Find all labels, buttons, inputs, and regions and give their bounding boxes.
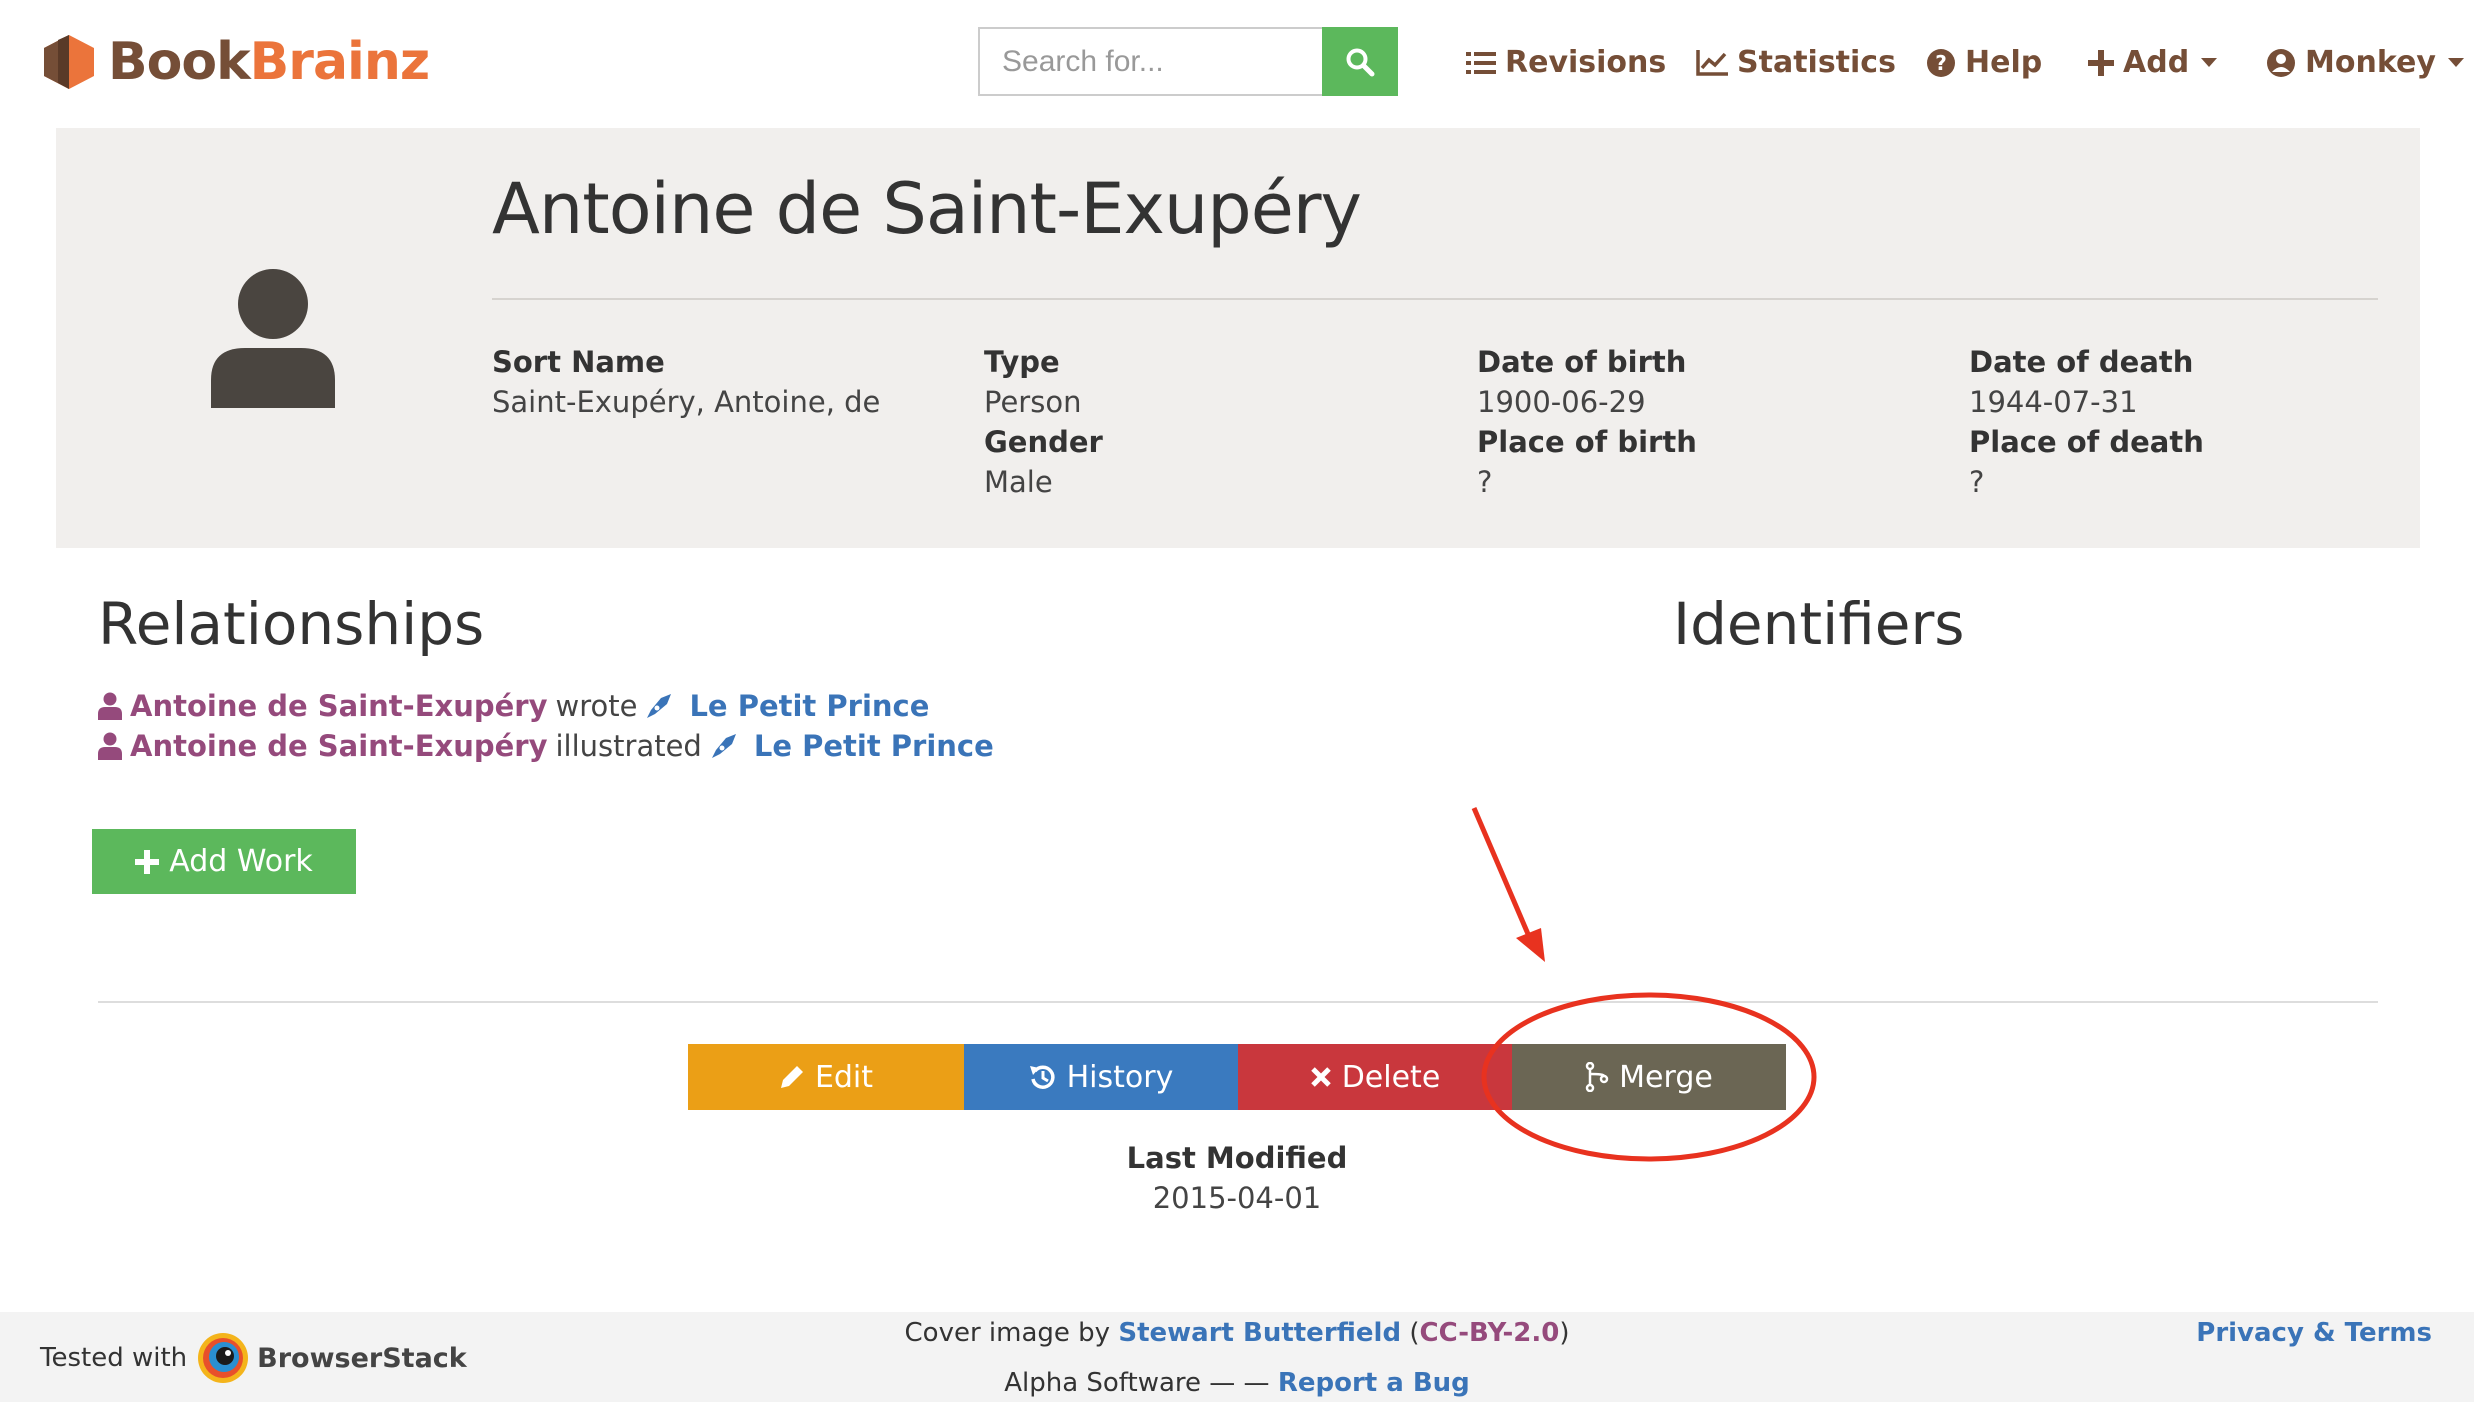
relationship-author-link[interactable]: Antoine de Saint-Exupéry [130, 726, 547, 766]
edit-button[interactable]: Edit [688, 1044, 964, 1110]
relationship-list: Antoine de Saint-Exupéry wrote Le Petit … [98, 686, 994, 766]
gender-value: Male [984, 465, 1053, 499]
add-work-button[interactable]: Add Work [92, 829, 356, 894]
relationship-author-link[interactable]: Antoine de Saint-Exupéry [130, 686, 547, 726]
entity-header: Antoine de Saint-Exupéry Sort Name Saint… [56, 128, 2420, 548]
report-bug-link[interactable]: Report a Bug [1278, 1368, 1470, 1398]
search-icon [1346, 48, 1375, 76]
cover-credit: Cover image by Stewart Butterfield (CC-B… [904, 1318, 1570, 1348]
brand-logo[interactable]: BookBrainz [42, 32, 430, 92]
user-circle-icon [2267, 48, 2295, 77]
entity-title: Antoine de Saint-Exupéry [492, 168, 1362, 250]
list-icon [1466, 51, 1496, 74]
last-modified: Last Modified 2015-04-01 [1000, 1138, 1474, 1218]
alpha-label: Alpha Software — — [1004, 1368, 1270, 1398]
attr-sort-name: Sort Name Saint-Exupéry, Antoine, de [492, 342, 880, 422]
sort-name-label: Sort Name [492, 345, 665, 379]
relationship-verb: wrote [555, 689, 638, 723]
nav-revisions-label: Revisions [1505, 45, 1667, 80]
chevron-down-icon [2447, 58, 2464, 67]
relationship-work-link[interactable]: Le Petit Prince [689, 686, 929, 726]
nav-add-dropdown[interactable]: Add [2088, 45, 2218, 80]
chevron-down-icon [2201, 58, 2218, 67]
last-modified-value: 2015-04-01 [1152, 1181, 1322, 1215]
nav-user-label: Monkey [2305, 45, 2436, 80]
relationship-verb: illustrated [555, 729, 702, 763]
dob-label: Date of birth [1477, 345, 1687, 379]
brand-name: BookBrainz [108, 32, 430, 92]
merge-label: Merge [1619, 1059, 1713, 1095]
relationship-row: Antoine de Saint-Exupéry illustrated Le … [98, 726, 994, 766]
footer: Tested with BrowserStack Cover image by … [0, 1312, 2474, 1402]
privacy-terms-link[interactable]: Privacy & Terms [2196, 1318, 2432, 1348]
pod-value: ? [1969, 465, 1985, 499]
pencil-icon [780, 1066, 803, 1088]
annotation-arrowhead-icon [1516, 928, 1545, 962]
nav-help-label: Help [1965, 45, 2043, 80]
delete-label: Delete [1341, 1059, 1441, 1095]
divider [98, 1001, 2378, 1003]
nav-statistics-label: Statistics [1737, 45, 1896, 80]
cover-author-link[interactable]: Stewart Butterfield [1118, 1318, 1401, 1348]
add-work-label: Add Work [169, 844, 313, 879]
question-circle-icon: ? [1927, 48, 1955, 77]
dod-value: 1944-07-31 [1969, 385, 2138, 419]
bookbrainz-logo-icon [44, 35, 94, 89]
attr-type-gender: Type Person Gender Male [984, 342, 1103, 502]
edit-label: Edit [814, 1059, 874, 1095]
attr-death: Date of death 1944-07-31 Place of death … [1969, 342, 2204, 502]
pod-label: Place of death [1969, 425, 2204, 459]
delete-button[interactable]: Delete [1238, 1044, 1512, 1110]
last-modified-label: Last Modified [1126, 1141, 1348, 1175]
nav-revisions[interactable]: Revisions [1466, 45, 1666, 80]
nav-statistics[interactable]: Statistics [1696, 45, 1896, 80]
line-chart-icon [1696, 49, 1728, 76]
relationship-row: Antoine de Saint-Exupéry wrote Le Petit … [98, 686, 994, 726]
person-icon [98, 692, 122, 720]
merge-button[interactable]: Merge [1512, 1044, 1786, 1110]
pob-label: Place of birth [1477, 425, 1697, 459]
relationships-heading: Relationships [98, 590, 485, 658]
pen-nib-icon [647, 694, 672, 718]
search-form [978, 27, 1398, 96]
attr-birth: Date of birth 1900-06-29 Place of birth … [1477, 342, 1697, 502]
gender-label: Gender [984, 425, 1103, 459]
cover-prefix: Cover image by [904, 1318, 1111, 1348]
author-avatar-icon [211, 269, 335, 408]
svg-text:?: ? [1935, 51, 1947, 75]
plus-icon [2088, 49, 2114, 76]
pen-nib-icon [711, 734, 736, 758]
annotation-arrow-icon [1471, 807, 1537, 949]
dob-value: 1900-06-29 [1477, 385, 1646, 419]
person-icon [98, 732, 122, 760]
identifiers-heading: Identifiers [1673, 590, 1965, 658]
navbar: BookBrainz Revisions Statistics ? H [0, 0, 2474, 128]
dod-label: Date of death [1969, 345, 2194, 379]
history-label: History [1066, 1059, 1174, 1095]
nav-add-label: Add [2123, 45, 2190, 80]
search-input[interactable] [978, 27, 1322, 96]
type-value: Person [984, 385, 1082, 419]
nav-help[interactable]: ? Help [1926, 45, 2042, 80]
nav-user-dropdown[interactable]: Monkey [2266, 45, 2464, 80]
alpha-notice: Alpha Software — — Report a Bug [0, 1368, 2474, 1398]
code-branch-icon [1585, 1062, 1609, 1092]
pob-value: ? [1477, 465, 1493, 499]
plus-icon [135, 849, 160, 874]
type-label: Type [984, 345, 1060, 379]
search-button[interactable] [1322, 27, 1398, 96]
cover-license-link[interactable]: CC-BY-2.0 [1420, 1318, 1560, 1348]
history-button[interactable]: History [964, 1044, 1238, 1110]
close-icon [1310, 1067, 1331, 1087]
sort-name-value: Saint-Exupéry, Antoine, de [492, 385, 881, 419]
divider [492, 298, 2378, 300]
relationship-work-link[interactable]: Le Petit Prince [754, 726, 994, 766]
history-icon [1029, 1065, 1055, 1089]
